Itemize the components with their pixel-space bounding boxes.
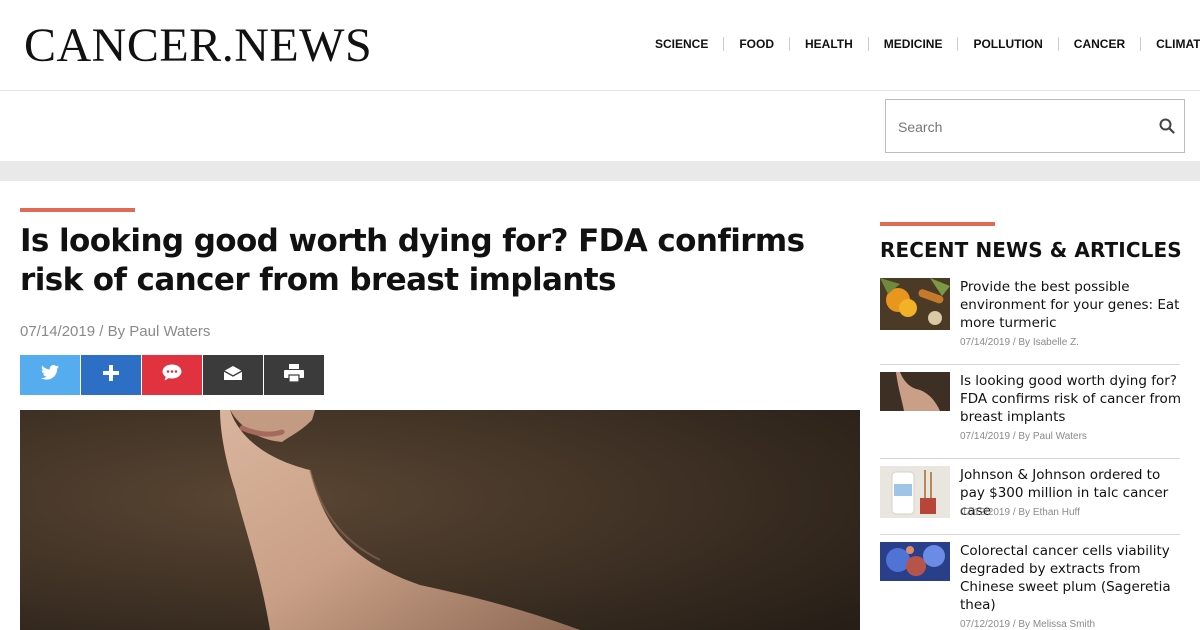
sidebar-divider: [880, 364, 1180, 365]
nav-item-medicine[interactable]: MEDICINE: [867, 37, 958, 51]
section-band: [0, 161, 1200, 181]
article-thumbnail[interactable]: [880, 278, 950, 330]
sidebar-accent-bar: [880, 222, 995, 226]
article-hero-image: [20, 410, 860, 630]
print-icon: [284, 363, 304, 387]
sidebar-article-title[interactable]: Is looking good worth dying for? FDA con…: [960, 372, 1182, 426]
nav-item-science[interactable]: SCIENCE: [640, 37, 723, 51]
sidebar-divider: [880, 534, 1180, 535]
site-logo[interactable]: CANCER.NEWS: [24, 20, 372, 72]
email-share-button[interactable]: [203, 355, 263, 395]
sidebar-divider: [880, 458, 1180, 459]
article-title: Is looking good worth dying for? FDA con…: [20, 223, 805, 298]
print-share-button[interactable]: [264, 355, 324, 395]
article-byline: 07/14/2019 / By Paul Waters: [20, 323, 211, 340]
add-share-button[interactable]: [81, 355, 141, 395]
plus-icon: [103, 364, 119, 386]
article-thumbnail[interactable]: [880, 466, 950, 518]
chat-icon: [162, 364, 182, 386]
comment-share-button[interactable]: [142, 355, 202, 395]
sidebar-article-meta: 07/14/2019 / By Isabelle Z.: [960, 337, 1079, 348]
search-box: [885, 99, 1185, 153]
sidebar-heading: RECENT NEWS & ARTICLES: [880, 238, 1182, 262]
article-thumbnail[interactable]: [880, 542, 950, 581]
nav-item-cancer[interactable]: CANCER: [1057, 37, 1140, 51]
sidebar-article-meta: 07/12/2019 / By Ethan Huff: [960, 507, 1080, 518]
search-icon[interactable]: [1158, 117, 1176, 135]
nav-item-climate[interactable]: CLIMATE: [1140, 37, 1200, 51]
article-accent-bar: [20, 208, 135, 212]
nav-item-food[interactable]: FOOD: [723, 37, 789, 51]
sidebar-article-meta: 07/12/2019 / By Melissa Smith: [960, 619, 1096, 630]
share-bar: [20, 355, 325, 395]
nav-item-pollution[interactable]: POLLUTION: [957, 37, 1057, 51]
sidebar-article-title[interactable]: Colorectal cancer cells viability degrad…: [960, 542, 1182, 614]
main-nav: SCIENCE FOOD HEALTH MEDICINE POLLUTION C…: [640, 36, 1200, 52]
mail-icon: [223, 365, 243, 386]
twitter-share-button[interactable]: [20, 355, 80, 395]
sidebar-article-title[interactable]: Provide the best possible environment fo…: [960, 278, 1182, 332]
header-divider: [0, 90, 1200, 91]
search-input[interactable]: [896, 116, 1150, 138]
twitter-icon: [41, 365, 59, 385]
article-thumbnail[interactable]: [880, 372, 950, 411]
nav-item-health[interactable]: HEALTH: [789, 37, 868, 51]
sidebar-article-meta: 07/14/2019 / By Paul Waters: [960, 431, 1087, 442]
